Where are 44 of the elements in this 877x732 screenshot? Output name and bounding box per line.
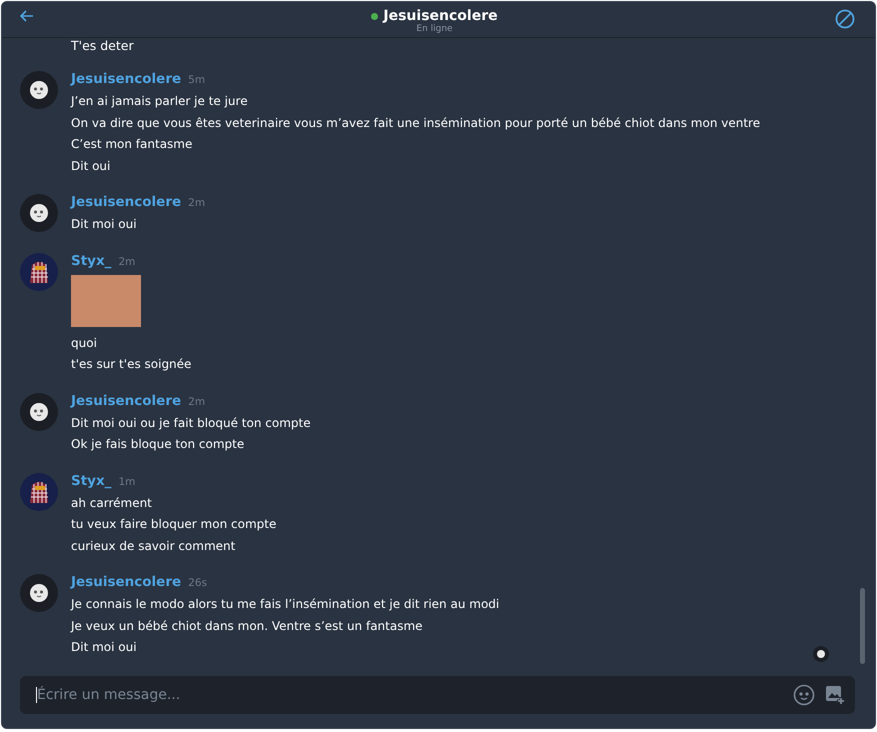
emoji-icon[interactable] [793, 684, 815, 706]
message-text: tu veux faire bloquer mon compte [71, 516, 276, 533]
message-text: t'es sur t'es soignée [71, 356, 192, 373]
message-time: 26s [188, 577, 207, 589]
message-text: T'es deter [71, 38, 135, 54]
avatar-face-icon [20, 574, 58, 612]
message-text: curieux de savoir comment [71, 538, 236, 554]
message-text: quoi [71, 334, 98, 352]
message-time: 5m [188, 74, 206, 86]
message-text: J’en ai jamais parler je te jure [71, 93, 249, 110]
message-text: Je veux un bébé chiot dans mon. Ventre s’est un fantasme [71, 618, 424, 634]
avatar-face-icon [20, 194, 58, 232]
message-text: ah carrément [71, 494, 153, 512]
avatar-face-icon [20, 71, 58, 109]
avatar-icon [20, 252, 58, 290]
online-status: En ligne [416, 24, 453, 34]
message-time: 2m [188, 197, 206, 209]
message-text: C’est mon fantasme [71, 136, 194, 153]
author-name[interactable]: Jesuisencolere [71, 574, 182, 590]
author-name[interactable]: Styx_ [71, 252, 112, 268]
author-name[interactable]: Styx_ [71, 472, 112, 488]
text-cursor [36, 687, 37, 703]
back-arrow-icon[interactable] [20, 10, 34, 22]
avatar-icon [20, 472, 58, 510]
message-text: On va dire que vous êtes veterinaire vous m’avez fait une insémination pour porté un bébé chiot dans mon ventre [71, 114, 760, 132]
message-time: 2m [118, 256, 136, 268]
message-text: Ok je fais bloque ton compte [71, 436, 246, 453]
add-image-icon[interactable] [825, 685, 845, 705]
message-time: 1m [118, 476, 136, 488]
read-receipt-avatar-icon [813, 646, 829, 662]
message-text: Dit oui [71, 158, 112, 174]
author-name[interactable]: Jesuisencolere [71, 71, 182, 87]
block-icon[interactable] [835, 9, 855, 29]
author-name[interactable]: Jesuisencolere [71, 392, 182, 408]
message-text: Dit moi oui [71, 216, 138, 233]
scrollbar-thumb[interactable] [860, 588, 865, 664]
message-text: Dit moi oui ou je fait bloqué ton compte [71, 414, 311, 432]
message-text: Je connais le modo alors tu me fais l’insémination et je dit rien au modi [71, 596, 500, 613]
avatar-face-icon [20, 392, 58, 430]
author-name[interactable]: Jesuisencolere [71, 194, 182, 210]
message-time: 2m [188, 396, 206, 408]
message-text: Dit moi oui [71, 639, 138, 656]
message-input-field[interactable]: Écrire un message... [20, 676, 855, 714]
chat-title: Jesuisencolere [383, 8, 498, 24]
